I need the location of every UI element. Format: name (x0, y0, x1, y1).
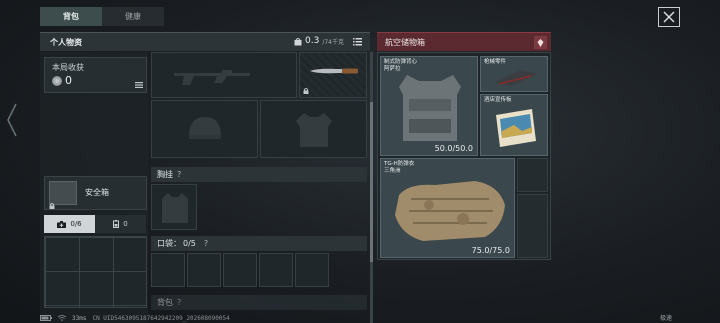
subtab-battery[interactable]: 0 (95, 215, 146, 233)
pockets-help-icon[interactable]: ? (204, 239, 208, 248)
armor-slot[interactable] (260, 100, 367, 158)
pockets-count: 0/5 (183, 239, 196, 248)
chest-rig-bar: 胸挂? (151, 167, 367, 182)
item-armor-vest[interactable]: 制式防弹背心 阿萨拉 50.0/50.0 (380, 56, 478, 156)
personal-items-header: 个人物资 0.3 /74千克 (40, 32, 370, 51)
air-box-grid: 制式防弹背心 阿萨拉 50.0/50.0 枪械零件 酒店宣传板 TG-H防弹衣 … (377, 52, 551, 260)
air-box-header: 航空储物箱 (377, 32, 551, 51)
pin-icon (537, 38, 544, 47)
item-name: 酒店宣传板 (484, 97, 512, 103)
rifle-icon (174, 70, 250, 85)
equipment-area: 胸挂? 口袋： 0/5? 背包? (151, 52, 369, 323)
pocket-slot[interactable] (295, 253, 329, 287)
top-tabs: 背包 健康 (40, 7, 164, 26)
item-durability: 75.0/75.0 (471, 246, 510, 255)
scrollbar-thumb[interactable] (370, 102, 373, 262)
backpack-bar: 背包? (151, 295, 367, 310)
safe-subtabs: 0/6 0 (44, 215, 147, 233)
safe-box-icon (49, 181, 77, 205)
item-hotel-board[interactable]: 酒店宣传板 (480, 94, 548, 156)
empty-slot[interactable] (517, 194, 548, 258)
earnings-list-icon[interactable] (135, 82, 143, 88)
weight-value: 0.3 (305, 36, 320, 46)
safe-box-slot[interactable]: 安全箱 (44, 176, 147, 210)
item-name: 枪械零件 (484, 59, 507, 65)
uid-text: CN UID5463095187642942209_202608090054 (92, 314, 230, 322)
tgh-armor-icon (395, 181, 505, 241)
personal-items-title: 个人物资 (50, 38, 82, 47)
pocket-slot[interactable] (259, 253, 293, 287)
earnings-panel: 本局收获 0 (44, 57, 147, 93)
list-icon[interactable] (353, 38, 362, 46)
helmet-slot[interactable] (151, 100, 258, 158)
chest-rig-help-icon[interactable]: ? (177, 170, 181, 179)
pin-button[interactable] (534, 36, 547, 49)
safe-box-label: 安全箱 (85, 188, 109, 197)
chest-rig-slot[interactable] (151, 184, 197, 230)
scrollbar[interactable] (370, 52, 373, 323)
weight-icon (294, 37, 302, 45)
knife-icon (310, 68, 358, 74)
weight-indicator: 0.3 /74千克 (294, 36, 344, 46)
lock-icon (303, 88, 309, 94)
backpack-help-icon[interactable]: ? (177, 298, 181, 307)
item-gun-parts[interactable]: 枪械零件 (480, 56, 548, 92)
earnings-value: 0 (65, 74, 72, 87)
subtab-medical[interactable]: 0/6 (44, 215, 95, 233)
empty-slot[interactable] (517, 158, 548, 192)
weapon-slot[interactable] (151, 52, 297, 98)
melee-slot[interactable] (299, 52, 367, 98)
tab-health[interactable]: 健康 (102, 7, 164, 26)
subtab-medical-label: 0/6 (70, 220, 82, 228)
backpack-label: 背包 (157, 298, 173, 307)
close-icon (663, 11, 675, 23)
close-button[interactable] (658, 7, 680, 27)
tab-backpack[interactable]: 背包 (40, 7, 102, 26)
armor-vest-icon (399, 75, 461, 141)
vest-icon (162, 193, 188, 223)
pocket-slot[interactable] (223, 253, 257, 287)
battery-icon (113, 220, 120, 228)
air-box-title: 航空储物箱 (385, 38, 425, 47)
weight-unit: /74千克 (322, 38, 344, 46)
hotel-board-icon (496, 109, 536, 147)
pocket-slot[interactable] (187, 253, 221, 287)
gun-parts-icon (495, 70, 537, 86)
lock-icon (49, 203, 55, 209)
speed-label[interactable]: 极速 (660, 313, 672, 322)
item-durability: 50.0/50.0 (434, 144, 473, 153)
item-tgh-armor[interactable]: TG-H防弹衣 三角洲 75.0/75.0 (380, 158, 515, 258)
status-bar: 33ms CN UID5463095187642942209_202608090… (40, 313, 230, 323)
item-name: TG-H防弹衣 三角洲 (384, 161, 415, 174)
pocket-slot[interactable] (151, 253, 185, 287)
coin-icon (52, 76, 62, 86)
earnings-label: 本局收获 (52, 63, 84, 72)
subtab-battery-label: 0 (123, 220, 128, 228)
back-chevron-icon[interactable] (4, 100, 20, 140)
chest-rig-label: 胸挂 (157, 170, 173, 179)
wifi-icon (58, 315, 66, 321)
battery-status-icon (40, 315, 52, 321)
pockets-bar: 口袋： 0/5? (151, 236, 367, 251)
safe-box-grid[interactable] (44, 236, 147, 308)
ping-value: 33ms (72, 314, 87, 322)
pockets-label: 口袋： (157, 239, 181, 248)
first-aid-icon (57, 220, 67, 228)
helmet-icon (189, 117, 221, 139)
body-armor-icon (296, 113, 332, 147)
